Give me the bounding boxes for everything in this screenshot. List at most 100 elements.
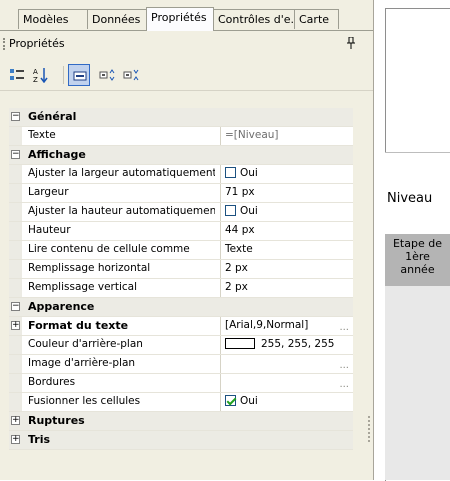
collapse-icon[interactable]: − [11, 112, 20, 121]
property-value[interactable]: Oui [220, 393, 353, 411]
property-row[interactable]: Lire contenu de cellule comme Texte [9, 241, 353, 260]
property-value[interactable]: 2 px [220, 260, 353, 278]
property-value[interactable]: ... [220, 355, 353, 373]
toolbar-separator [63, 66, 64, 84]
row-gutter [9, 336, 22, 354]
category-row[interactable]: + Ruptures [9, 412, 353, 431]
properties-panel: Modèles Données Propriétés Contrôles d'e… [0, 0, 374, 480]
property-value[interactable]: =[Niveau] [220, 127, 353, 145]
property-value[interactable]: Oui [220, 165, 353, 183]
property-value-text: Oui [240, 167, 258, 179]
tab-label: Modèles [23, 13, 69, 26]
checkbox[interactable] [225, 167, 236, 178]
category-label: Tris [28, 433, 51, 446]
expand-icon[interactable]: + [11, 416, 20, 425]
property-row[interactable]: Remplissage vertical 2 px [9, 279, 353, 298]
property-row[interactable]: Bordures... [9, 374, 353, 393]
property-value[interactable]: Oui [220, 203, 353, 221]
ellipsis-button[interactable]: ... [339, 319, 349, 335]
property-row[interactable]: Image d'arrière-plan... [9, 355, 353, 374]
category-row[interactable]: − Général [9, 108, 353, 127]
property-value-text: 2 px [225, 281, 248, 293]
property-value[interactable]: Texte [220, 241, 353, 259]
category-row[interactable]: + Tris [9, 431, 353, 450]
tab-proprietes[interactable]: Propriétés [146, 7, 214, 31]
row-gutter [9, 393, 22, 411]
property-value-text: =[Niveau] [225, 129, 279, 141]
collapse-icon[interactable]: − [11, 302, 20, 311]
pin-icon[interactable] [347, 36, 355, 52]
row-gutter [9, 222, 22, 240]
property-value[interactable]: 255, 255, 255 [220, 336, 353, 354]
property-value-text: 71 px [225, 186, 255, 198]
checkbox[interactable] [225, 205, 236, 216]
category-row[interactable]: − Apparence [9, 298, 353, 317]
property-name: Remplissage vertical [28, 281, 137, 293]
tab-carte[interactable]: Carte [294, 9, 339, 29]
property-row[interactable]: Couleur d'arrière-plan 255, 255, 255 [9, 336, 353, 355]
color-swatch[interactable] [225, 338, 255, 349]
row-gutter [9, 203, 22, 221]
property-value-text: 44 px [225, 224, 255, 236]
header-cell[interactable]: Niveau [385, 152, 450, 235]
property-value[interactable]: [Arial,9,Normal]... [220, 317, 353, 335]
ellipsis-button[interactable]: ... [339, 357, 349, 373]
checkbox[interactable] [225, 395, 236, 406]
property-name: Image d'arrière-plan [28, 357, 136, 369]
splitter-grip[interactable] [368, 416, 372, 442]
tab-donnees[interactable]: Données [87, 9, 147, 29]
tab-label: Carte [299, 13, 330, 26]
property-name: Remplissage horizontal [28, 262, 151, 274]
property-pages-icon [73, 71, 87, 81]
category-row[interactable]: − Affichage [9, 146, 353, 165]
property-name: Ajuster la hauteur automatiquement [28, 205, 215, 217]
property-row[interactable]: Fusionner les cellules Oui [9, 393, 353, 412]
tab-strip: Modèles Données Propriétés Contrôles d'e… [0, 0, 373, 31]
property-row[interactable]: Ajuster la hauteur automatiquement Oui [9, 203, 353, 222]
categorized-button[interactable] [6, 64, 28, 86]
data-cell-line: année [400, 263, 435, 276]
property-value[interactable]: 71 px [220, 184, 353, 202]
panel-title: Propriétés [9, 37, 65, 50]
expand-icon [99, 69, 115, 81]
expand-icon[interactable]: + [11, 321, 20, 330]
sort-az-icon: A Z [33, 68, 48, 83]
property-value[interactable]: 44 px [220, 222, 353, 240]
tab-modeles[interactable]: Modèles [18, 9, 88, 29]
property-name: Ajuster la largeur automatiquement [28, 167, 215, 179]
data-cell-line: Etape de [392, 237, 442, 250]
row-gutter [9, 165, 22, 183]
collapse-button[interactable] [120, 64, 142, 86]
data-cell[interactable]: Etape de 1ère année [385, 234, 450, 286]
collapse-icon[interactable]: − [11, 150, 20, 159]
property-name: Couleur d'arrière-plan [28, 338, 143, 350]
panel-title-bar: Propriétés [0, 31, 373, 57]
property-value-text: Oui [240, 205, 258, 217]
property-row[interactable]: Ajuster la largeur automatiquement Oui [9, 165, 353, 184]
property-value-text: 255, 255, 255 [261, 338, 335, 350]
property-name: Hauteur [28, 224, 71, 236]
tab-controles[interactable]: Contrôles d'e.. [213, 9, 295, 29]
row-gutter [9, 260, 22, 278]
property-value-text: 2 px [225, 262, 248, 274]
property-row[interactable]: Largeur 71 px [9, 184, 353, 203]
header-cell-text: Niveau [387, 191, 433, 206]
property-value[interactable]: ... [220, 374, 353, 392]
property-value-text: [Arial,9,Normal] [225, 319, 309, 331]
alphabetical-button[interactable]: A Z [30, 64, 52, 86]
row-gutter [9, 374, 22, 392]
row-gutter [9, 355, 22, 373]
ellipsis-button[interactable]: ... [339, 376, 349, 392]
expand-button[interactable] [96, 64, 118, 86]
property-pages-button[interactable] [68, 64, 90, 86]
property-row[interactable]: Remplissage horizontal 2 px [9, 260, 353, 279]
property-value[interactable]: 2 px [220, 279, 353, 297]
tab-label: Données [92, 13, 141, 26]
property-row[interactable]: Texte =[Niveau] [9, 127, 353, 146]
property-row[interactable]: Hauteur 44 px [9, 222, 353, 241]
drag-grip[interactable] [3, 38, 7, 50]
category-label: Apparence [28, 300, 95, 313]
expand-icon[interactable]: + [11, 435, 20, 444]
category-row[interactable]: + Format du texte [Arial,9,Normal]... [9, 317, 353, 336]
svg-text:A: A [33, 68, 38, 76]
